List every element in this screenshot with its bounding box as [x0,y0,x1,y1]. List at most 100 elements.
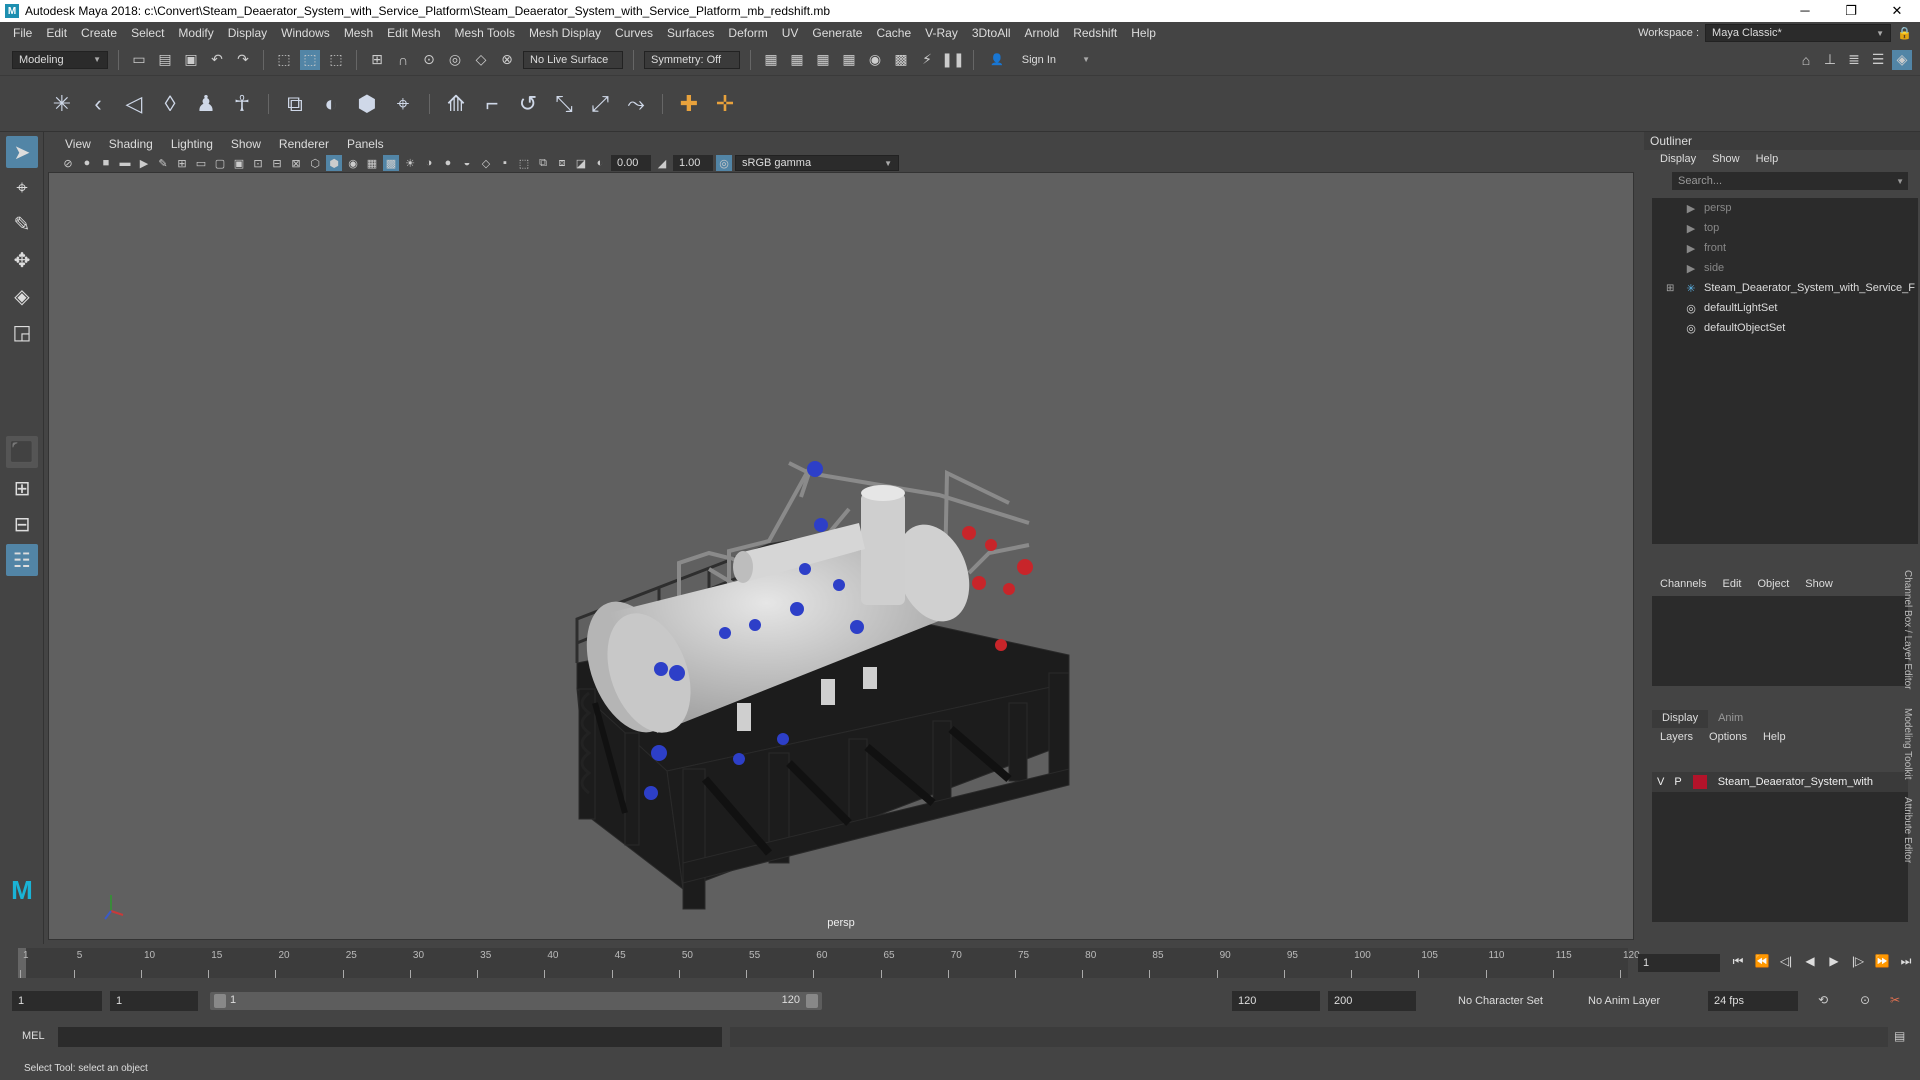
play-backward-icon[interactable]: ◀ [1800,954,1820,969]
channel-menu-object[interactable]: Object [1749,578,1797,590]
menu-cache[interactable]: Cache [869,26,918,40]
step-back-frame-icon[interactable]: ◁| [1776,954,1796,969]
menu-edit[interactable]: Edit [39,26,74,40]
menu-display[interactable]: Display [221,26,274,40]
range-bar[interactable]: 1 120 [210,992,822,1010]
snap-live-icon[interactable]: ⊗ [497,50,517,70]
character-set-dropdown[interactable]: No Character Set [1452,991,1554,1011]
menu-vray[interactable]: V-Ray [918,26,965,40]
motion-blur-icon[interactable]: ● [440,155,456,171]
open-scene-icon[interactable]: ▤ [155,50,175,70]
redo-icon[interactable]: ↷ [233,50,253,70]
gamma-field[interactable]: 1.00 [673,155,713,171]
snap-point-icon[interactable]: ⊙ [419,50,439,70]
gamma-icon[interactable]: ◢ [654,155,670,171]
sculpt-icon[interactable]: ⌖ [389,90,417,118]
smooth-shade-icon[interactable]: ⬢ [326,155,342,171]
layers-menu-help[interactable]: Help [1755,731,1794,743]
fps-dropdown[interactable]: 24 fps [1708,991,1798,1011]
new-scene-icon[interactable]: ▭ [129,50,149,70]
exposure-field[interactable]: 0.00 [611,155,651,171]
mode-dropdown[interactable]: Modeling ▼ [12,50,108,69]
color-space-dropdown[interactable]: sRGB gamma ▼ [735,155,899,171]
color-management-icon[interactable]: ◎ [716,155,732,171]
tab-channel-box-layer-editor[interactable]: Channel Box / Layer Editor [1902,570,1913,690]
viewport-menu-shading[interactable]: Shading [100,137,162,151]
outliner-item-default-light-set[interactable]: ◎ defaultLightSet [1652,298,1918,318]
script-editor-icon[interactable]: ▤ [1894,1029,1905,1043]
antialiasing-icon[interactable]: ◒ [459,155,475,171]
menu-modify[interactable]: Modify [171,26,220,40]
backface-icon[interactable]: ◪ [573,155,589,171]
outliner-menu-display[interactable]: Display [1652,153,1704,165]
loop-icon[interactable]: ⟲ [1818,993,1828,1007]
menu-arnold[interactable]: Arnold [1018,26,1067,40]
minimize-icon[interactable]: ─ [1782,3,1828,19]
wrap-icon[interactable]: ⬢ [353,90,381,118]
outliner-item-top[interactable]: ▶ top [1652,218,1918,238]
ik-handle-icon[interactable]: ‹ [84,90,112,118]
animation-start-field[interactable]: 1 [12,991,102,1011]
hypershade-icon[interactable]: ◉ [865,50,885,70]
channel-menu-edit[interactable]: Edit [1714,578,1749,590]
channel-menu-show[interactable]: Show [1797,578,1841,590]
xray-components-icon[interactable]: ⧈ [554,155,570,171]
save-scene-icon[interactable]: ▣ [181,50,201,70]
menu-mesh[interactable]: Mesh [337,26,380,40]
scale-constraint-icon[interactable]: ⤡ [550,90,578,118]
aim-constraint-icon[interactable]: ⤢ [586,90,614,118]
select-tool-icon[interactable]: ➤ [6,136,38,168]
ambient-occlusion-icon[interactable]: ◑ [421,155,437,171]
current-frame-field[interactable]: 1 [1638,954,1720,972]
outliner-menu-show[interactable]: Show [1704,153,1748,165]
camera-attributes-icon[interactable]: ● [79,155,95,171]
textured-icon[interactable]: ▦ [364,155,380,171]
menu-generate[interactable]: Generate [805,26,869,40]
step-back-key-icon[interactable]: ⏪ [1752,954,1772,969]
outliner-item-default-object-set[interactable]: ◎ defaultObjectSet [1652,318,1918,338]
render-frame-icon[interactable]: ▦ [761,50,781,70]
animation-prefs-icon[interactable]: ✂ [1890,993,1900,1007]
viewport-menu-lighting[interactable]: Lighting [162,137,222,151]
safe-action-icon[interactable]: ⊟ [269,155,285,171]
outliner-item-steam-deaerator[interactable]: ⊞ ✳ Steam_Deaerator_System_with_Service_F [1652,278,1918,298]
resolution-gate-icon[interactable]: ▢ [212,155,228,171]
step-forward-key-icon[interactable]: ⏩ [1872,954,1892,969]
select-object-icon[interactable]: ⬚ [300,49,320,70]
range-start-handle[interactable] [214,994,226,1008]
film-gate-icon[interactable]: ▭ [193,155,209,171]
command-input[interactable] [58,1027,722,1047]
play-forward-icon[interactable]: ▶ [1824,954,1844,969]
snap-view-icon[interactable]: ◎ [445,50,465,70]
menu-file[interactable]: File [6,26,39,40]
tab-display[interactable]: Display [1652,710,1709,728]
gate-mask-icon[interactable]: ▣ [231,155,247,171]
ipr-render-icon[interactable]: ▦ [813,50,833,70]
lattice-icon[interactable]: ⧉ [281,90,309,118]
viewport-menu-panels[interactable]: Panels [338,137,393,151]
time-slider-track[interactable]: 1 5 10 15 20 25 30 35 40 45 50 55 60 65 70 75 80 85 90 95 10… [18,948,1640,978]
cluster-handle-icon[interactable]: ✛ [711,90,739,118]
grease-pencil-icon[interactable]: ✎ [155,155,171,171]
layer-color-swatch[interactable] [1692,775,1707,789]
range-end-handle[interactable] [806,994,818,1008]
paint-select-icon[interactable]: ✎ [6,208,38,240]
menu-windows[interactable]: Windows [274,26,337,40]
field-chart-icon[interactable]: ⊡ [250,155,266,171]
tab-modeling-toolkit[interactable]: Modeling Toolkit [1902,708,1913,780]
exposure-icon[interactable]: ◐ [592,155,608,171]
menu-deform[interactable]: Deform [721,26,774,40]
lasso-tool-icon[interactable]: ⌖ [6,172,38,204]
depth-of-field-icon[interactable]: ◇ [478,155,494,171]
menu-edit-mesh[interactable]: Edit Mesh [380,26,447,40]
grid-icon[interactable]: ⊞ [174,155,190,171]
attribute-editor-icon[interactable]: ⊥ [1820,50,1840,70]
menu-create[interactable]: Create [74,26,124,40]
layer-editor-icon[interactable]: ◈ [1892,49,1912,70]
step-forward-frame-icon[interactable]: |▷ [1848,954,1868,969]
camera-select-icon[interactable]: ⊘ [60,155,76,171]
2d-pan-icon[interactable]: ▶ [136,155,152,171]
isolate-select-icon[interactable]: ▪ [497,155,513,171]
menu-3dtoall[interactable]: 3DtoAll [965,26,1018,40]
humanik-icon[interactable]: ♟ [192,90,220,118]
